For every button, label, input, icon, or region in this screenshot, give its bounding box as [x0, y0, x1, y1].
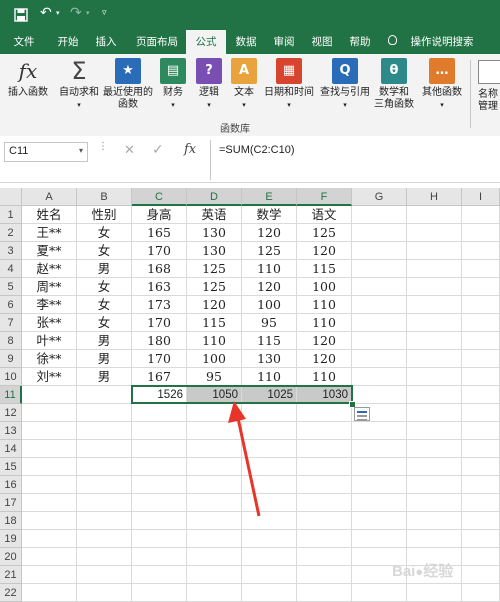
- red-arrow-annotation: [228, 401, 261, 517]
- watermark: Bai●经验: [392, 563, 454, 580]
